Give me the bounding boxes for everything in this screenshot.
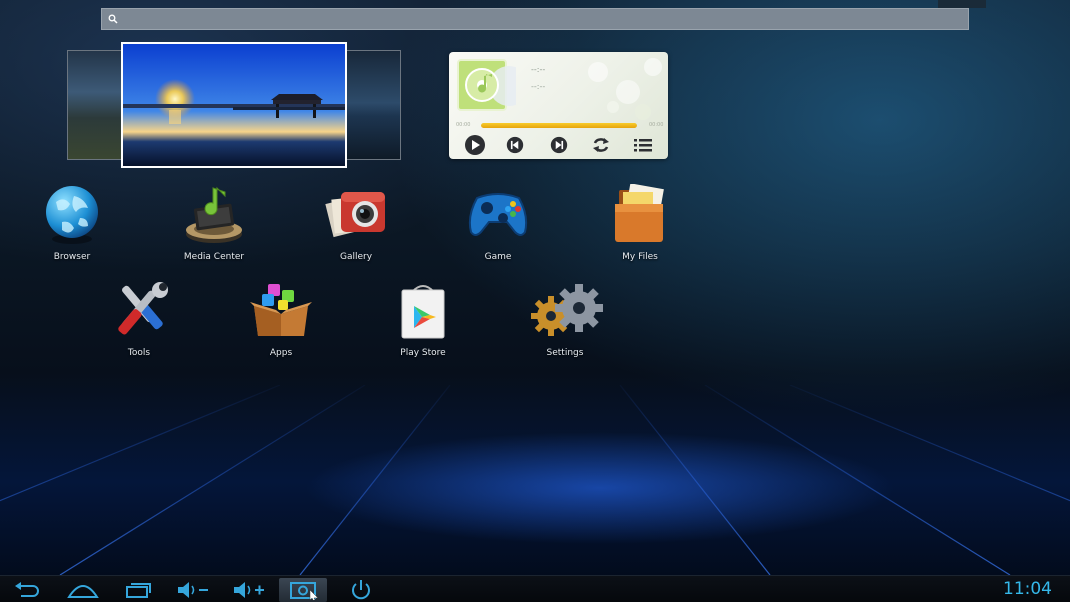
camera-icon <box>325 192 385 238</box>
back-button[interactable] <box>6 578 48 602</box>
play-store-icon <box>401 285 445 339</box>
app-settings[interactable]: Settings <box>505 280 625 358</box>
music-player-widget: --:-- --:-- 00:00 00:00 <box>449 52 668 159</box>
app-label: Settings <box>546 348 584 358</box>
play-icon[interactable] <box>464 134 486 156</box>
app-label: Gallery <box>339 252 373 262</box>
power-icon <box>352 580 370 600</box>
app-gallery[interactable]: Gallery <box>296 184 416 262</box>
app-label: Game <box>484 252 512 262</box>
home-screen: --:-- --:-- 00:00 00:00 Browser Media Ce… <box>0 0 1070 602</box>
app-media-center[interactable]: Media Center <box>154 184 274 262</box>
previous-icon[interactable] <box>506 136 524 154</box>
search-input[interactable] <box>122 10 968 28</box>
recent-apps-icon <box>126 583 151 598</box>
volume-up-icon <box>234 582 264 598</box>
app-my-files[interactable]: My Files <box>580 184 700 262</box>
track-title: --:-- <box>531 65 546 74</box>
playlist-icon[interactable] <box>632 134 654 156</box>
photo-thumbnail-current[interactable] <box>121 42 347 168</box>
app-game[interactable]: Game <box>438 184 558 262</box>
search-bar[interactable] <box>101 8 969 30</box>
repeat-icon[interactable] <box>590 134 612 156</box>
system-navigation-bar: 11:04 <box>0 575 1070 602</box>
volume-up-button[interactable] <box>228 578 270 602</box>
photo-thumbnail-previous[interactable] <box>67 50 127 160</box>
clock: 11:04 <box>1003 579 1052 599</box>
search-icon <box>108 14 118 24</box>
gamepad-icon <box>468 193 528 236</box>
recent-apps-button[interactable] <box>118 578 160 602</box>
tools-icon <box>118 282 168 335</box>
floor-grid-background <box>0 385 1070 575</box>
volume-down-button[interactable] <box>172 578 214 602</box>
app-apps[interactable]: Apps <box>221 280 341 358</box>
screenshot-icon <box>290 582 318 600</box>
player-controls <box>449 132 668 159</box>
app-label: Tools <box>127 348 151 358</box>
track-time: --:-- <box>531 82 546 91</box>
back-icon <box>15 582 39 597</box>
app-play-store[interactable]: Play Store <box>363 280 483 358</box>
app-label: Apps <box>269 348 293 358</box>
screenshot-button[interactable] <box>279 578 327 602</box>
media-center-icon <box>186 186 242 243</box>
globe-icon <box>46 186 98 244</box>
home-icon <box>67 585 99 598</box>
photo-thumbnail-next[interactable] <box>344 50 401 160</box>
home-button[interactable] <box>62 578 104 602</box>
volume-down-icon <box>178 582 208 598</box>
next-icon[interactable] <box>550 136 568 154</box>
app-label: Play Store <box>400 348 446 358</box>
app-browser[interactable]: Browser <box>12 184 132 262</box>
box-icon <box>250 284 312 336</box>
elapsed-time: 00:00 <box>456 122 471 128</box>
app-label: My Files <box>622 252 658 262</box>
progress-fill <box>481 123 637 128</box>
album-art-icon <box>457 59 516 111</box>
power-button[interactable] <box>340 578 382 602</box>
duration-time: 00:00 <box>649 122 664 128</box>
app-label: Browser <box>53 252 91 262</box>
status-notch <box>938 0 986 8</box>
folder-icon <box>615 184 664 242</box>
floral-decoration <box>588 58 662 120</box>
app-tools[interactable]: Tools <box>79 280 199 358</box>
progress-bar[interactable] <box>481 123 637 128</box>
gears-icon <box>531 284 603 336</box>
app-label: Media Center <box>183 252 245 262</box>
